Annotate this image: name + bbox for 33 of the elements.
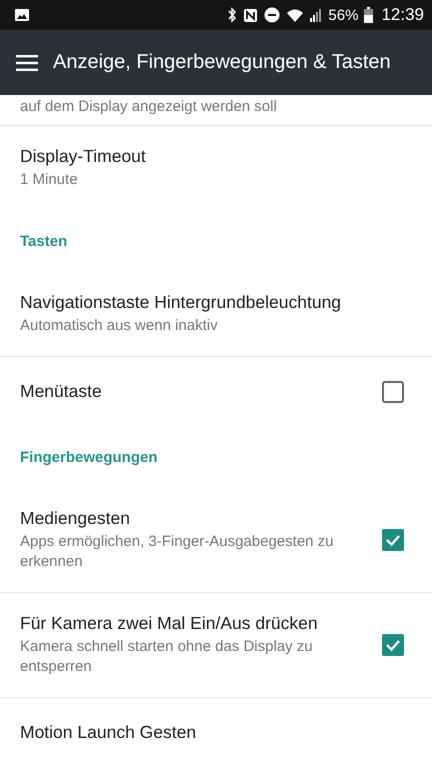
menu-icon[interactable] bbox=[16, 54, 38, 70]
bluetooth-icon bbox=[227, 7, 238, 23]
setting-title: Navigationstaste Hintergrundbeleuchtung bbox=[20, 292, 342, 313]
do-not-disturb-icon bbox=[264, 7, 280, 23]
section-header: Fingerbewegungen bbox=[20, 448, 158, 466]
setting-description: Kamera schnell starten ohne das Display zu entsperren bbox=[20, 637, 314, 677]
setting-item[interactable]: Für Kamera zwei Mal Ein/Aus drücken Kamera schnell starten ohne das Display zu entsperren bbox=[0, 593, 432, 698]
wifi-icon bbox=[286, 8, 304, 22]
setting-item[interactable]: Mediengesten Apps ermöglichen, 3-Finger-Ausgabegesten zu erkennen bbox=[0, 488, 432, 593]
setting-title: Display-Timeout bbox=[20, 146, 147, 167]
nfc-icon bbox=[243, 8, 258, 22]
setting-item[interactable]: Motion Launch Gesten bbox=[0, 698, 432, 767]
setting-title: Motion Launch Gesten bbox=[20, 722, 198, 743]
setting-description: Automatisch aus wenn inaktiv bbox=[20, 316, 219, 336]
setting-description: Apps ermöglichen, 3-Finger-Ausgabegesten zu erkennen bbox=[20, 532, 335, 572]
setting-item[interactable]: Menütaste bbox=[0, 357, 432, 426]
setting-description: 1 Minute bbox=[20, 170, 79, 190]
section-header: Tasten bbox=[20, 232, 68, 250]
checked-checkbox[interactable] bbox=[382, 529, 404, 551]
setting-title: Mediengesten bbox=[20, 508, 131, 529]
battery-icon bbox=[364, 7, 374, 23]
clock: 12:39 bbox=[381, 5, 424, 25]
checkbox[interactable] bbox=[382, 380, 404, 402]
setting-item[interactable]: Display-Timeout 1 Minute bbox=[0, 126, 432, 210]
checked-checkbox[interactable] bbox=[382, 634, 404, 656]
setting-title: Für Kamera zwei Mal Ein/Aus drücken bbox=[20, 613, 319, 634]
battery-percentage: 56% bbox=[328, 6, 358, 24]
setting-item[interactable]: Navigationstaste Hintergrundbeleuchtung Automatisch aus wenn inaktiv bbox=[0, 272, 432, 357]
setting-title: Menütaste bbox=[20, 381, 103, 402]
image-icon bbox=[14, 8, 30, 22]
signal-icon bbox=[310, 8, 322, 22]
screen-title: Anzeige, Fingerbewegungen & Tasten bbox=[53, 51, 391, 74]
setting-description: auf dem Display angezeigt werden soll bbox=[20, 97, 277, 117]
